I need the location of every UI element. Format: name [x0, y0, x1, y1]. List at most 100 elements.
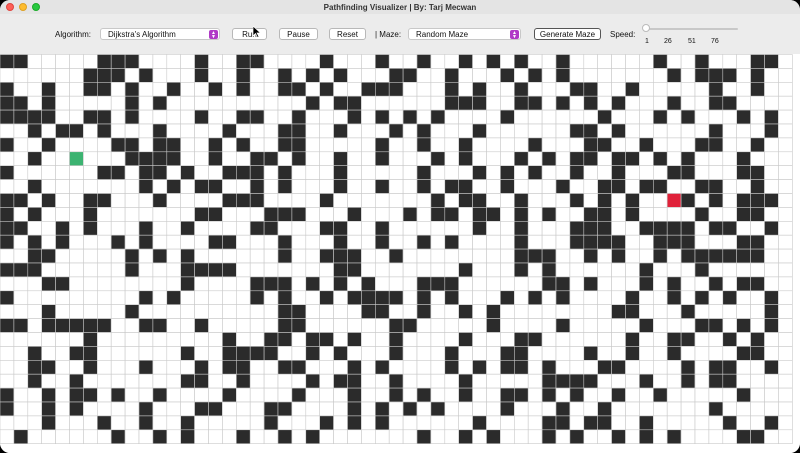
empty-cell[interactable]	[249, 207, 265, 222]
empty-cell[interactable]	[124, 68, 140, 83]
empty-cell[interactable]	[305, 109, 320, 125]
wall-cell[interactable]	[27, 109, 42, 125]
empty-cell[interactable]	[708, 346, 724, 361]
wall-cell[interactable]	[416, 304, 432, 319]
wall-cell[interactable]	[0, 54, 15, 69]
empty-cell[interactable]	[263, 304, 279, 319]
wall-cell[interactable]	[13, 193, 29, 208]
empty-cell[interactable]	[361, 332, 376, 347]
empty-cell[interactable]	[152, 179, 168, 194]
empty-cell[interactable]	[194, 332, 209, 347]
wall-cell[interactable]	[305, 332, 320, 347]
empty-cell[interactable]	[666, 54, 682, 69]
wall-cell[interactable]	[263, 276, 279, 292]
empty-cell[interactable]	[680, 95, 696, 111]
empty-cell[interactable]	[402, 290, 418, 306]
wall-cell[interactable]	[736, 387, 751, 403]
wall-cell[interactable]	[458, 137, 473, 153]
empty-cell[interactable]	[166, 401, 182, 417]
wall-cell[interactable]	[764, 318, 779, 333]
empty-cell[interactable]	[263, 123, 279, 139]
empty-cell[interactable]	[694, 95, 710, 111]
empty-cell[interactable]	[236, 248, 251, 264]
wall-cell[interactable]	[500, 68, 515, 83]
empty-cell[interactable]	[222, 318, 237, 333]
wall-cell[interactable]	[527, 290, 543, 306]
empty-cell[interactable]	[110, 207, 126, 222]
wall-cell[interactable]	[263, 346, 279, 361]
wall-cell[interactable]	[708, 373, 724, 389]
wall-cell[interactable]	[444, 276, 459, 292]
wall-cell[interactable]	[69, 373, 84, 389]
wall-cell[interactable]	[569, 193, 585, 208]
wall-cell[interactable]	[361, 304, 376, 319]
empty-cell[interactable]	[597, 387, 612, 403]
wall-cell[interactable]	[27, 179, 42, 194]
empty-cell[interactable]	[41, 179, 56, 194]
empty-cell[interactable]	[597, 304, 612, 319]
empty-cell[interactable]	[249, 401, 265, 417]
empty-cell[interactable]	[680, 123, 696, 139]
empty-cell[interactable]	[41, 151, 56, 167]
empty-cell[interactable]	[764, 262, 779, 278]
wall-cell[interactable]	[388, 373, 404, 389]
empty-cell[interactable]	[527, 54, 543, 69]
empty-cell[interactable]	[138, 276, 154, 292]
wall-cell[interactable]	[625, 346, 640, 361]
empty-cell[interactable]	[708, 290, 724, 306]
wall-cell[interactable]	[597, 193, 612, 208]
empty-cell[interactable]	[208, 248, 223, 264]
empty-cell[interactable]	[652, 123, 668, 139]
empty-cell[interactable]	[222, 221, 237, 236]
empty-cell[interactable]	[472, 304, 487, 319]
empty-cell[interactable]	[569, 179, 585, 194]
wall-cell[interactable]	[652, 387, 668, 403]
empty-cell[interactable]	[680, 276, 696, 292]
wall-cell[interactable]	[639, 262, 654, 278]
wall-cell[interactable]	[513, 332, 529, 347]
empty-cell[interactable]	[236, 262, 251, 278]
wall-cell[interactable]	[27, 359, 42, 375]
empty-cell[interactable]	[374, 68, 390, 83]
wall-cell[interactable]	[569, 81, 585, 97]
wall-cell[interactable]	[374, 54, 390, 69]
empty-cell[interactable]	[402, 304, 418, 319]
empty-cell[interactable]	[569, 401, 585, 417]
empty-cell[interactable]	[347, 179, 362, 194]
empty-cell[interactable]	[69, 95, 84, 111]
wall-cell[interactable]	[583, 415, 598, 431]
empty-cell[interactable]	[444, 401, 459, 417]
empty-cell[interactable]	[652, 165, 668, 180]
empty-cell[interactable]	[41, 123, 56, 139]
wall-cell[interactable]	[138, 221, 154, 236]
wall-cell[interactable]	[291, 387, 307, 403]
wall-cell[interactable]	[597, 137, 612, 153]
wall-cell[interactable]	[291, 109, 307, 125]
empty-cell[interactable]	[166, 276, 182, 292]
empty-cell[interactable]	[305, 401, 320, 417]
empty-cell[interactable]	[13, 276, 29, 292]
empty-cell[interactable]	[527, 429, 543, 444]
empty-cell[interactable]	[666, 262, 682, 278]
empty-cell[interactable]	[180, 401, 195, 417]
wall-cell[interactable]	[750, 429, 765, 444]
wall-cell[interactable]	[97, 81, 112, 97]
wall-cell[interactable]	[277, 429, 293, 444]
empty-cell[interactable]	[374, 318, 390, 333]
empty-cell[interactable]	[722, 179, 737, 194]
empty-cell[interactable]	[416, 151, 432, 167]
empty-cell[interactable]	[83, 373, 98, 389]
empty-cell[interactable]	[347, 151, 362, 167]
empty-cell[interactable]	[55, 415, 70, 431]
empty-cell[interactable]	[778, 54, 793, 69]
empty-cell[interactable]	[55, 373, 70, 389]
empty-cell[interactable]	[569, 318, 585, 333]
empty-cell[interactable]	[694, 109, 710, 125]
empty-cell[interactable]	[555, 429, 571, 444]
empty-cell[interactable]	[569, 248, 585, 264]
wall-cell[interactable]	[472, 193, 487, 208]
empty-cell[interactable]	[611, 54, 626, 69]
empty-cell[interactable]	[778, 248, 793, 264]
empty-cell[interactable]	[69, 81, 84, 97]
empty-cell[interactable]	[694, 193, 710, 208]
